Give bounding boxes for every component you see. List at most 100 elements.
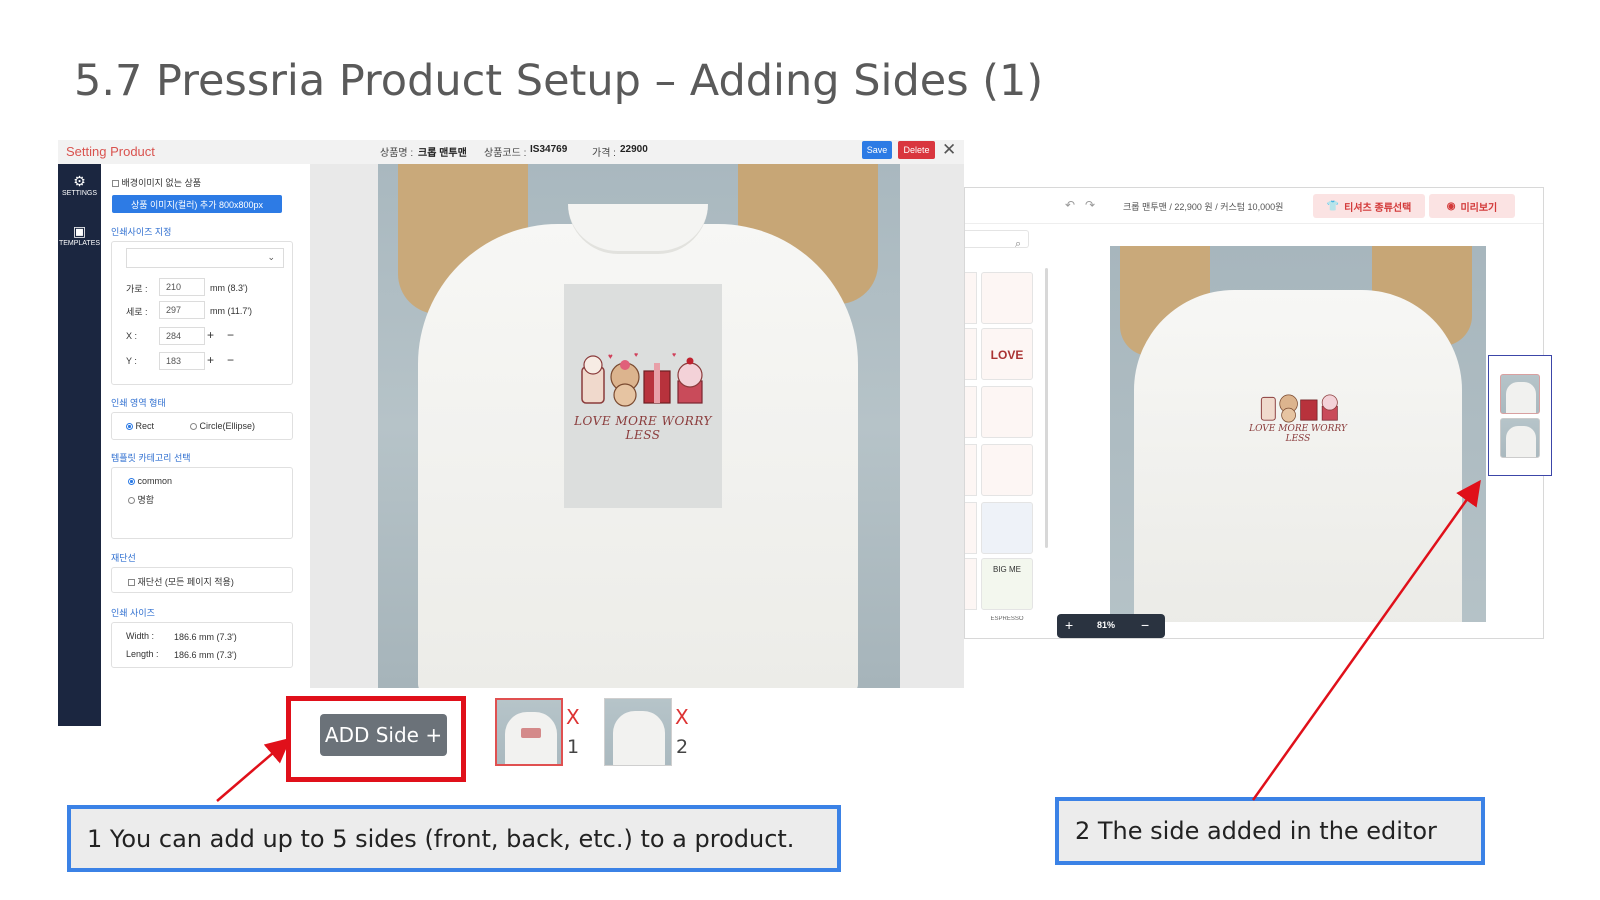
zoom-out-button[interactable]: − — [1141, 617, 1149, 633]
category-common-option[interactable]: common — [128, 476, 172, 486]
shape-rect-label: Rect — [135, 421, 155, 431]
artwork-caption: LOVE MORE WORRY LESS — [574, 414, 712, 442]
mini-sweater — [1506, 426, 1536, 457]
template-category-box: common 명함 — [111, 467, 293, 539]
editor-product-info: 크롭 맨투맨 / 22,900 원 / 커스텀 10,000원 — [1123, 202, 1284, 212]
y-minus-button[interactable]: − — [227, 353, 234, 367]
callout-2: 2 The side added in the editor — [1055, 797, 1485, 865]
zoom-level: 81% — [1097, 620, 1116, 630]
add-side-button[interactable]: ADD Side + — [320, 714, 447, 756]
setting-product-window: Setting Product 상품명 : 크롭 맨투맨 상품코드 : IS34… — [58, 140, 964, 726]
shape-rect-option[interactable]: Rect — [126, 421, 154, 431]
category-common-radio[interactable] — [128, 478, 135, 486]
gear-icon: ⚙ — [73, 173, 86, 189]
cut-line-label: 재단선 (모든 페이지 적용) — [137, 577, 234, 587]
shape-circle-radio[interactable] — [190, 423, 197, 431]
shape-rect-radio[interactable] — [126, 423, 133, 431]
remove-side-1-button[interactable]: X — [566, 705, 580, 729]
template-item[interactable] — [981, 272, 1033, 324]
editor-sides-panel — [1488, 355, 1552, 476]
side-1-number: 1 — [567, 736, 580, 758]
arrow-to-add-side — [216, 737, 291, 802]
x-minus-button[interactable]: − — [227, 328, 234, 342]
y-input[interactable]: 183 — [159, 352, 205, 370]
side-thumb-sweater — [505, 712, 557, 764]
template-strip: ⌕ LOVE BIG ME ESPRESSO — [965, 224, 1053, 638]
template-item[interactable] — [965, 386, 977, 438]
zoom-in-button[interactable]: + — [1065, 617, 1073, 633]
undo-icon[interactable]: ↶ — [1065, 198, 1075, 212]
sweater-body — [1134, 290, 1462, 622]
rail-item-settings[interactable]: ⚙ SETTINGS — [58, 174, 101, 197]
slide-title: 5.7 Pressria Product Setup – Adding Side… — [74, 56, 1044, 106]
editor-side-thumb-1[interactable] — [1500, 374, 1540, 414]
height-input[interactable]: 297 — [159, 301, 205, 319]
product-canvas: ♥ ♥ ♥ LOVE MORE WORRY LESS — [310, 164, 964, 688]
x-input[interactable]: 284 — [159, 327, 205, 345]
callout-1: 1 You can add up to 5 sides (front, back… — [67, 805, 841, 872]
width-unit: mm (8.3') — [210, 283, 248, 293]
print-size-heading: 인쇄사이즈 지정 — [111, 227, 172, 237]
template-item-partial[interactable]: ESPRESSO — [981, 616, 1033, 632]
setting-topbar: Setting Product 상품명 : 크롭 맨투맨 상품코드 : IS34… — [58, 140, 964, 164]
y-plus-button[interactable]: + — [207, 353, 214, 367]
price-value: 22900 — [620, 144, 648, 155]
summary-length-label: Length : — [126, 649, 159, 659]
template-item[interactable]: LOVE — [981, 328, 1033, 380]
template-item[interactable]: BIG ME — [981, 558, 1033, 610]
search-icon[interactable]: ⌕ — [1015, 238, 1021, 251]
editor-window: ↶ ↷ 크롭 맨투맨 / 22,900 원 / 커스텀 10,000원 👕 티셔… — [964, 187, 1544, 639]
side-thumb-print — [521, 728, 541, 738]
remove-side-2-button[interactable]: X — [675, 705, 689, 729]
tshirt-type-select-button[interactable]: 👕 티셔츠 종류선택 — [1313, 194, 1425, 218]
product-name-value: 크롭 맨투맨 — [418, 148, 467, 159]
print-size-box: ⌄ 가로 : 210 mm (8.3') 세로 : 297 mm (11.7')… — [111, 241, 293, 385]
no-bg-label: 배경이미지 없는 상품 — [121, 178, 202, 188]
preview-button[interactable]: ◉ 미리보기 — [1429, 194, 1515, 218]
template-item[interactable] — [965, 444, 977, 496]
side-thumbnail-1[interactable] — [495, 698, 563, 766]
template-item[interactable] — [965, 502, 977, 554]
cut-line-checkbox[interactable] — [128, 579, 135, 587]
save-button[interactable]: Save — [862, 141, 892, 159]
template-item[interactable] — [981, 444, 1033, 496]
templates-icon: ▣ — [72, 223, 87, 239]
template-scrollbar[interactable] — [1045, 268, 1048, 548]
settings-form: 배경이미지 없는 상품 상품 이미지(컬러) 추가 800x800px 인쇄사이… — [101, 164, 310, 726]
category-name-radio[interactable] — [128, 497, 135, 505]
template-item[interactable] — [965, 328, 977, 380]
template-item[interactable] — [981, 386, 1033, 438]
width-input[interactable]: 210 — [159, 278, 205, 296]
x-plus-button[interactable]: + — [207, 328, 214, 342]
template-item[interactable] — [981, 502, 1033, 554]
no-bg-option[interactable]: 배경이미지 없는 상품 — [112, 176, 201, 189]
delete-button[interactable]: Delete — [898, 141, 935, 159]
summary-length-value: 186.6 mm (7.3') — [174, 650, 237, 660]
cut-line-option[interactable]: 재단선 (모든 페이지 적용) — [128, 575, 234, 588]
editor-side-thumb-2[interactable] — [1500, 418, 1540, 458]
redo-icon[interactable]: ↷ — [1085, 198, 1095, 212]
rail-templates-label: TEMPLATES — [58, 240, 101, 247]
template-item[interactable] — [965, 558, 977, 610]
rail-settings-label: SETTINGS — [61, 190, 97, 197]
editor-print-artwork[interactable] — [1254, 386, 1346, 424]
add-product-image-button[interactable]: 상품 이미지(컬러) 추가 800x800px — [112, 195, 282, 213]
height-unit: mm (11.7') — [210, 306, 253, 316]
print-artwork[interactable]: ♥ ♥ ♥ — [578, 349, 708, 409]
template-category-heading: 템플릿 카테고리 선택 — [111, 453, 191, 463]
close-icon[interactable]: ✕ — [942, 140, 956, 160]
category-name-label: 명함 — [137, 495, 155, 505]
shape-circle-option[interactable]: Circle(Ellipse) — [190, 421, 255, 431]
print-size-select[interactable]: ⌄ — [126, 248, 284, 268]
print-size-summary-heading: 인쇄 사이즈 — [111, 608, 155, 618]
editor-artwork-caption: LOVE MORE WORRY LESS — [1249, 424, 1347, 444]
rail-item-templates[interactable]: ▣ TEMPLATES — [58, 224, 101, 247]
side-thumbnail-2[interactable] — [604, 698, 672, 766]
editor-topbar: ↶ ↷ 크롭 맨투맨 / 22,900 원 / 커스텀 10,000원 👕 티셔… — [965, 188, 1543, 224]
print-size-summary-box: Width : 186.6 mm (7.3') Length : 186.6 m… — [111, 622, 293, 668]
template-item[interactable] — [965, 272, 977, 324]
no-bg-checkbox[interactable] — [112, 180, 119, 188]
category-name-option[interactable]: 명함 — [128, 493, 154, 506]
product-code-value: IS34769 — [530, 144, 568, 155]
product-name-label: 상품명 : — [380, 148, 414, 159]
